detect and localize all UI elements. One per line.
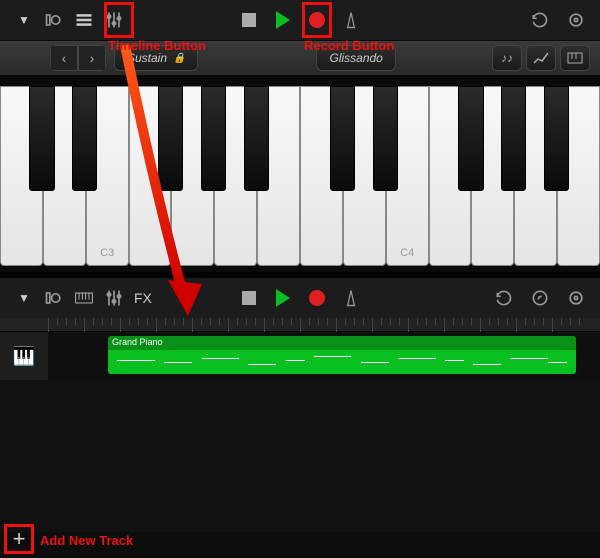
settings-icon-2[interactable] [562,284,590,312]
play-button[interactable] [269,6,297,34]
octave-down-button[interactable]: ‹ [50,45,78,71]
keyboard-controls-row: ‹ › Sustain 🔒 Glissando ♪♪ [0,40,600,76]
region-name: Grand Piano [108,336,576,350]
stop-button-2[interactable] [235,284,263,312]
white-key[interactable] [43,86,86,266]
stop-button[interactable] [235,6,263,34]
region-notes [108,350,576,374]
record-button-2[interactable] [303,284,331,312]
label-record: Record Button [304,38,394,53]
metronome-icon-2[interactable] [337,284,365,312]
octave-navigation: ‹ › [50,45,106,71]
white-key[interactable] [214,86,257,266]
menu-dropdown[interactable]: ▼ [10,6,38,34]
mixer-icon-2[interactable] [100,284,128,312]
note-mode-icon[interactable]: ♪♪ [492,45,522,71]
fx-button[interactable]: FX [134,290,152,306]
play-button-2[interactable] [269,284,297,312]
timeline-ruler[interactable] [0,318,600,332]
scale-mode-icon[interactable] [526,45,556,71]
white-key[interactable]: C4 [386,86,429,266]
top-toolbar: ▼ [0,0,600,40]
grand-piano-icon: 🎹 [13,346,35,367]
menu-dropdown-2[interactable]: ▼ [10,284,38,312]
timeline-view: ▼ FX 🎹 Grand Piano [0,278,600,558]
white-key[interactable] [129,86,172,266]
white-key[interactable] [300,86,343,266]
info-icon[interactable] [526,284,554,312]
track-area: 🎹 Grand Piano [0,332,600,532]
glissando-label: Glissando [329,51,382,65]
timeline-button[interactable] [70,6,98,34]
browser-icon-2[interactable] [40,284,68,312]
undo-icon-2[interactable] [490,284,518,312]
record-button[interactable] [303,6,331,34]
white-key[interactable] [171,86,214,266]
browser-icon[interactable] [40,6,68,34]
white-key[interactable]: C3 [86,86,129,266]
white-key[interactable] [429,86,472,266]
settings-icon[interactable] [562,6,590,34]
white-key[interactable] [471,86,514,266]
label-timeline: Timeline Button [108,38,206,53]
keyboard-split-icon[interactable] [560,45,590,71]
bottom-toolbar: ▼ FX [0,278,600,318]
track-row[interactable]: 🎹 Grand Piano [0,332,600,380]
white-key[interactable] [343,86,386,266]
octave-up-button[interactable]: › [78,45,106,71]
keyboard-view: Timeline Button Record Button ▼ ‹ › Sust… [0,0,600,272]
track-content[interactable]: Grand Piano [48,332,600,380]
white-key[interactable] [257,86,300,266]
white-key[interactable] [514,86,557,266]
keyboard-view-button[interactable] [70,284,98,312]
undo-icon[interactable] [526,6,554,34]
white-key[interactable] [0,86,43,266]
mixer-icon[interactable] [100,6,128,34]
track-header[interactable]: 🎹 [0,332,48,380]
white-key[interactable] [557,86,600,266]
metronome-icon[interactable] [337,6,365,34]
piano-keyboard[interactable]: C3 C4 [0,76,600,272]
midi-region[interactable]: Grand Piano [108,336,576,374]
lock-icon: 🔒 [173,53,185,64]
label-add: Add New Track [40,533,133,548]
sustain-label: Sustain [127,51,167,65]
add-track-button[interactable]: + [8,528,30,550]
